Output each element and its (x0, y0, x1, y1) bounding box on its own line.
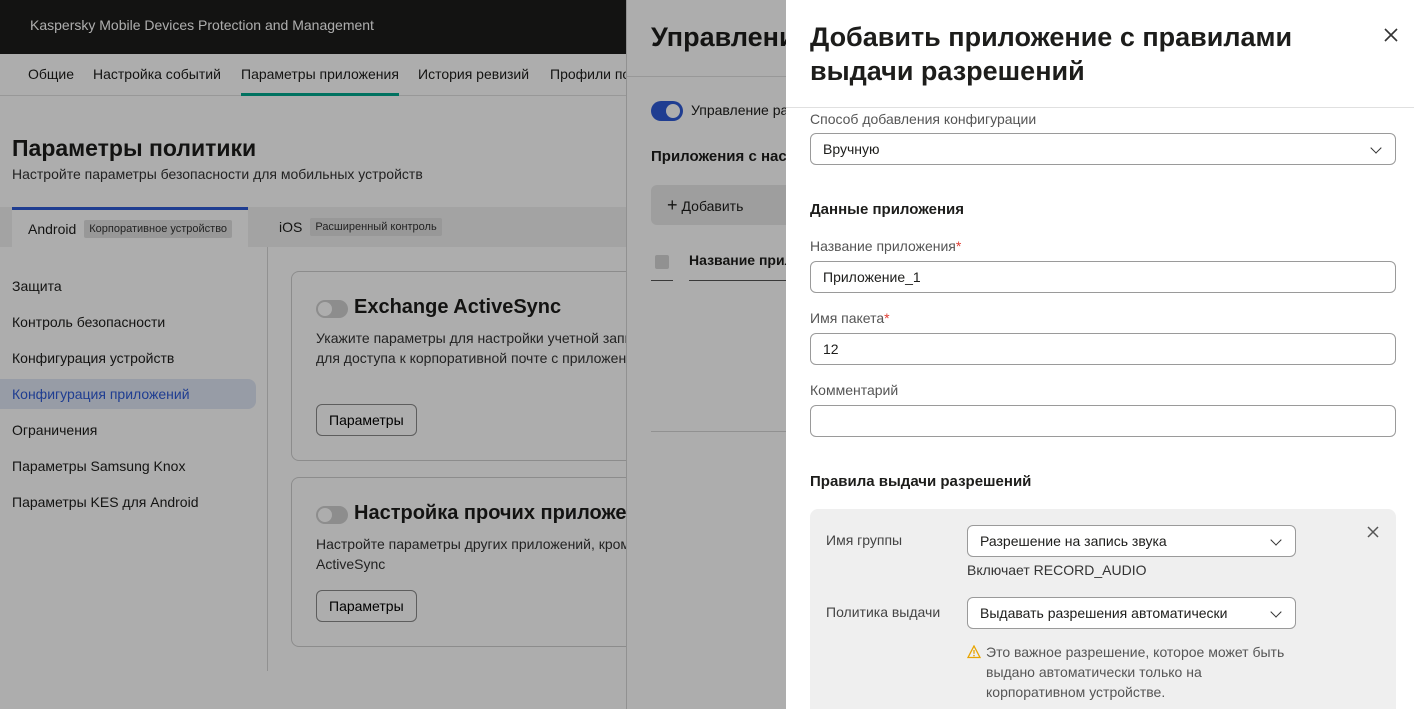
config-method-select[interactable]: Вручную (810, 133, 1396, 165)
close-icon[interactable] (1383, 26, 1399, 49)
group-name-label: Имя группы (826, 532, 903, 548)
grant-policy-value: Выдавать разрешения автоматически (980, 605, 1228, 621)
warning-text: Это важное разрешение, которое может быт… (986, 644, 1285, 700)
required-marker: * (884, 310, 890, 326)
remove-rule-icon[interactable] (1366, 523, 1380, 544)
grant-policy-select[interactable]: Выдавать разрешения автоматически (967, 597, 1296, 629)
app-data-heading: Данные приложения (810, 201, 965, 218)
add-app-permissions-drawer: Добавить приложение с правилами выдачи р… (786, 0, 1414, 709)
includes-permission-text: Включает RECORD_AUDIO (967, 562, 1147, 578)
app-name-label-text: Название приложения (810, 238, 956, 254)
divider (786, 107, 1414, 108)
config-method-label: Способ добавления конфигурации (810, 111, 1037, 127)
permission-rules-heading: Правила выдачи разрешений (810, 473, 1032, 490)
group-name-value: Разрешение на запись звука (980, 533, 1167, 549)
app-name-input[interactable] (810, 261, 1396, 293)
group-name-select[interactable]: Разрешение на запись звука (967, 525, 1296, 557)
drawer-title: Добавить приложение с правилами выдачи р… (810, 22, 1293, 86)
chevron-down-icon (1270, 606, 1282, 618)
package-name-label-text: Имя пакета (810, 310, 885, 326)
app-name-label: Название приложения* (810, 238, 961, 254)
grant-policy-label: Политика выдачи (826, 604, 941, 620)
chevron-down-icon (1270, 534, 1282, 546)
required-marker: * (955, 238, 962, 254)
config-method-value: Вручную (823, 141, 880, 157)
chevron-down-icon (1370, 142, 1382, 154)
warning-icon (966, 644, 982, 659)
comment-label: Комментарий (810, 382, 899, 398)
permission-rule-card: Имя группы Разрешение на запись звука Вк… (810, 509, 1396, 709)
package-name-label: Имя пакета* (810, 310, 890, 326)
comment-input[interactable] (810, 405, 1396, 437)
package-name-input[interactable] (810, 333, 1396, 365)
